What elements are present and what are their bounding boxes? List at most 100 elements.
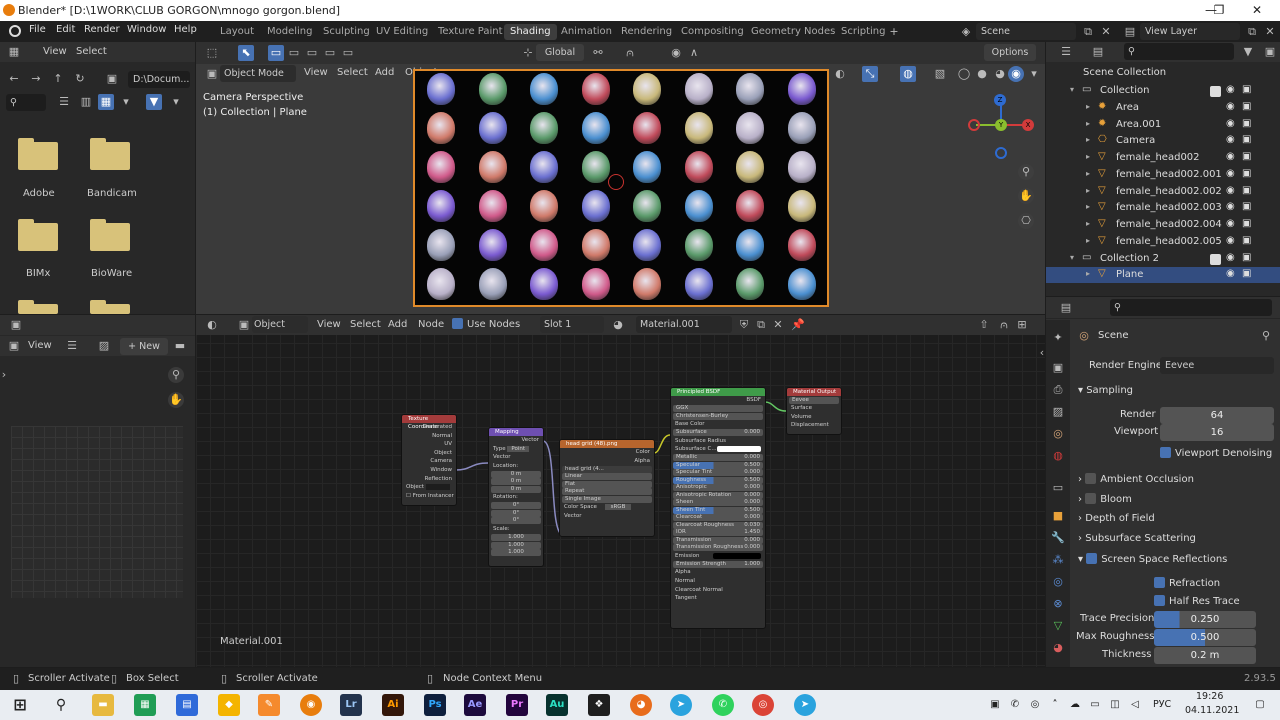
render-visibility-icon[interactable]: ▣ — [1242, 101, 1251, 112]
visibility-eye-icon[interactable]: ◉ — [1226, 118, 1235, 129]
menu-view[interactable]: View — [304, 67, 328, 78]
outliner-row[interactable]: ▸ ▽ female_head002.005 ◉ ▣ — [1046, 234, 1280, 250]
expand-arrow-icon[interactable]: ▸ — [1086, 186, 1090, 195]
visibility-eye-icon[interactable]: ◉ — [1226, 84, 1235, 95]
view-layer-tab-icon[interactable]: ▨ — [1050, 404, 1066, 420]
principled-bsdf-node[interactable]: Principled BSDF BSDF GGX Christensen-Bur… — [670, 387, 766, 629]
extension-dropdown[interactable]: Repeat — [562, 488, 652, 496]
render-visibility-icon[interactable]: ▣ — [1242, 84, 1251, 95]
menu-help[interactable]: Help — [174, 24, 197, 35]
visibility-eye-icon[interactable]: ◉ — [1226, 185, 1235, 196]
object-field[interactable]: Object — [402, 483, 456, 492]
object-tab-icon[interactable]: ■ — [1050, 508, 1066, 524]
tab-scripting[interactable]: Scripting — [835, 24, 891, 40]
tray-chrome-icon[interactable]: ◎ — [1028, 694, 1042, 716]
subsurface-method-dropdown[interactable]: Christensen-Burley — [673, 412, 763, 420]
include-checkbox[interactable] — [1210, 253, 1221, 265]
render-visibility-icon[interactable]: ▣ — [1242, 118, 1251, 129]
tab-uv-editing[interactable]: UV Editing — [370, 24, 434, 40]
tray-power-icon[interactable]: ▭ — [1088, 694, 1102, 716]
pin-icon[interactable]: ⚲ — [1258, 328, 1274, 344]
collection-tab-icon[interactable]: ▭ — [1050, 480, 1066, 496]
select-extend-icon[interactable]: ▭ — [286, 45, 302, 61]
options-dropdown[interactable]: Options — [984, 44, 1036, 61]
bsdf-input-row[interactable]: Metallic 0.000 — [673, 454, 763, 462]
node-editor-area[interactable]: ◐ ▣ Object View Select Add Node Use Node… — [196, 315, 1045, 667]
editor-type-icon[interactable]: ▤ — [1058, 300, 1074, 316]
rotation-y[interactable]: 0° — [491, 509, 541, 517]
select-subtract-icon[interactable]: ▭ — [304, 45, 320, 61]
material-output-node[interactable]: Material Output Eevee Surface Volume Dis… — [786, 387, 842, 435]
render-visibility-icon[interactable]: ▣ — [1242, 268, 1251, 279]
render-visibility-icon[interactable]: ▣ — [1242, 168, 1251, 179]
clock-date[interactable]: 04.11.2021 — [1185, 705, 1239, 716]
select-intersect-icon[interactable]: ▭ — [340, 45, 356, 61]
camera-view-icon[interactable]: ⎔ — [1018, 213, 1034, 229]
new-folder-icon[interactable]: ▣ — [104, 71, 120, 87]
tab-geometry-nodes[interactable]: Geometry Nodes — [745, 24, 841, 40]
thickness-field[interactable]: 0.2 m — [1154, 647, 1256, 664]
tray-drive-icon[interactable]: ▣ — [988, 694, 1002, 716]
neg-z-axis-icon[interactable] — [995, 147, 1007, 159]
tab-sculpting[interactable]: Sculpting — [317, 24, 376, 40]
y-axis-icon[interactable]: Y — [995, 119, 1007, 131]
socket-reflection[interactable]: Reflection — [402, 475, 456, 484]
forward-icon[interactable]: → — [28, 71, 44, 87]
outliner-row[interactable]: ▸ ✹ Area ◉ ▣ — [1046, 100, 1280, 116]
socket-vector-in[interactable]: Vector — [489, 453, 543, 462]
clock-time[interactable]: 19:26 — [1196, 691, 1223, 702]
max-roughness-slider[interactable]: 0.500 — [1154, 629, 1256, 646]
outliner-row[interactable]: ▸ ✹ Area.001 ◉ ▣ — [1046, 117, 1280, 133]
color-space-row[interactable]: Color Space sRGB — [560, 503, 654, 512]
rendered-shading-icon[interactable]: ◉ — [1008, 66, 1024, 82]
keyboard-language[interactable]: РУС — [1153, 699, 1171, 710]
photoshop-icon[interactable]: Ps — [424, 694, 446, 716]
editor-type-icon[interactable]: ▣ — [8, 317, 24, 333]
trace-precision-slider[interactable]: 0.250 — [1154, 611, 1256, 628]
audition-icon[interactable]: Au — [546, 694, 568, 716]
rotation-z[interactable]: 0° — [491, 517, 541, 525]
display-mode-icon[interactable]: ▤ — [1090, 44, 1106, 60]
xray-icon[interactable]: ▧ — [932, 66, 948, 82]
texture-coordinate-node[interactable]: Texture Coordinate Generated Normal UV O… — [401, 414, 457, 506]
outliner-row[interactable]: ▸ ▽ Plane ◉ ▣ — [1046, 267, 1280, 284]
z-axis-icon[interactable]: Z — [994, 94, 1006, 106]
visibility-eye-icon[interactable]: ◉ — [1226, 101, 1235, 112]
bloom-panel[interactable]: › Bloom — [1078, 493, 1132, 505]
bsdf-input-row[interactable]: Clearcoat Roughness 0.030 — [673, 521, 763, 529]
solid-shading-icon[interactable]: ● — [974, 66, 990, 82]
image-texture-node[interactable]: head grid (48).png Color Alpha head grid… — [559, 439, 655, 537]
tab-compositing[interactable]: Compositing — [675, 24, 750, 40]
sheets-icon[interactable]: ▦ — [134, 694, 156, 716]
menu-view[interactable]: View — [28, 340, 52, 351]
tab-shading[interactable]: Shading — [504, 24, 557, 40]
socket-volume[interactable]: Volume — [787, 413, 841, 422]
expand-arrow-icon[interactable]: ▸ — [1086, 169, 1090, 178]
bsdf-input-row[interactable]: Clearcoat Normal — [671, 586, 765, 595]
source-dropdown[interactable]: Single Image — [562, 495, 652, 503]
socket-camera[interactable]: Camera — [402, 457, 456, 466]
thumbnails-icon[interactable]: ▦ — [98, 94, 114, 110]
x-axis-icon[interactable]: X — [1022, 119, 1034, 131]
viewport-denoising-checkbox[interactable]: Viewport Denoising — [1160, 447, 1272, 459]
new-collection-icon[interactable]: ▣ — [1262, 44, 1278, 60]
delete-scene-icon[interactable]: ✕ — [1098, 24, 1114, 40]
image-file-field[interactable]: head grid (4... — [562, 465, 652, 473]
new-image-button[interactable]: + New — [120, 338, 168, 355]
bsdf-input-row[interactable]: Normal — [671, 577, 765, 586]
bsdf-input-row[interactable]: Subsurface C... — [671, 445, 765, 454]
zoom-icon[interactable]: ⚲ — [1018, 164, 1034, 180]
socket-color[interactable]: Color — [560, 448, 654, 457]
bsdf-input-row[interactable]: Transmission 0.000 — [673, 536, 763, 544]
screen-space-reflections-panel[interactable]: ▾ Screen Space Reflections — [1078, 553, 1227, 565]
blender-menu-icon[interactable] — [9, 25, 21, 37]
pan-hand-icon[interactable]: ✋ — [168, 392, 184, 408]
visibility-eye-icon[interactable]: ◉ — [1226, 168, 1235, 179]
bsdf-input-row[interactable]: Subsurface 0.000 — [673, 429, 763, 437]
socket-displacement[interactable]: Displacement — [787, 421, 841, 430]
telegram-icon[interactable]: ➤ — [670, 694, 692, 716]
tray-expand-icon[interactable]: ˄ — [1048, 694, 1062, 716]
open-image-icon[interactable]: ▬ — [172, 338, 188, 354]
constraints-tab-icon[interactable]: ⊗ — [1050, 596, 1066, 612]
bsdf-input-row[interactable]: Tangent — [671, 594, 765, 603]
